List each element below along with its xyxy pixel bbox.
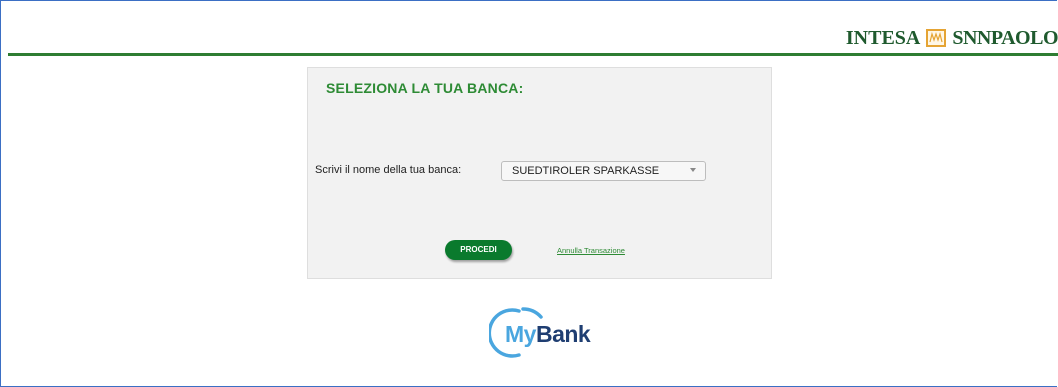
- logo-text-right: SNNPAOLO: [952, 26, 1058, 49]
- header: INTESA SNNPAOLO: [8, 0, 1058, 56]
- cancel-transaction-link[interactable]: Annulla Transazione: [557, 246, 625, 255]
- bank-name-label: Scrivi il nome della tua banca:: [315, 164, 462, 176]
- proceed-button[interactable]: PROCEDI: [445, 240, 512, 260]
- header-divider: [8, 53, 1058, 56]
- mybank-logo: MyBank: [487, 305, 599, 360]
- bank-select-dropdown[interactable]: SUEDTIROLER SPARKASSE: [501, 161, 706, 181]
- panel-title: SELEZIONA LA TUA BANCA:: [326, 80, 524, 96]
- intesa-sanpaolo-seal-icon: [926, 29, 947, 47]
- mybank-my: My: [505, 321, 536, 347]
- mybank-wordmark: MyBank: [505, 321, 591, 348]
- bank-selection-panel: SELEZIONA LA TUA BANCA: Scrivi il nome d…: [307, 67, 772, 279]
- chevron-down-icon: [690, 168, 696, 172]
- mybank-bank: Bank: [535, 321, 591, 347]
- intesa-sanpaolo-logo: INTESA SNNPAOLO: [846, 24, 1058, 52]
- logo-text-left: INTESA: [845, 26, 921, 49]
- bank-select-value: SUEDTIROLER SPARKASSE: [512, 165, 660, 177]
